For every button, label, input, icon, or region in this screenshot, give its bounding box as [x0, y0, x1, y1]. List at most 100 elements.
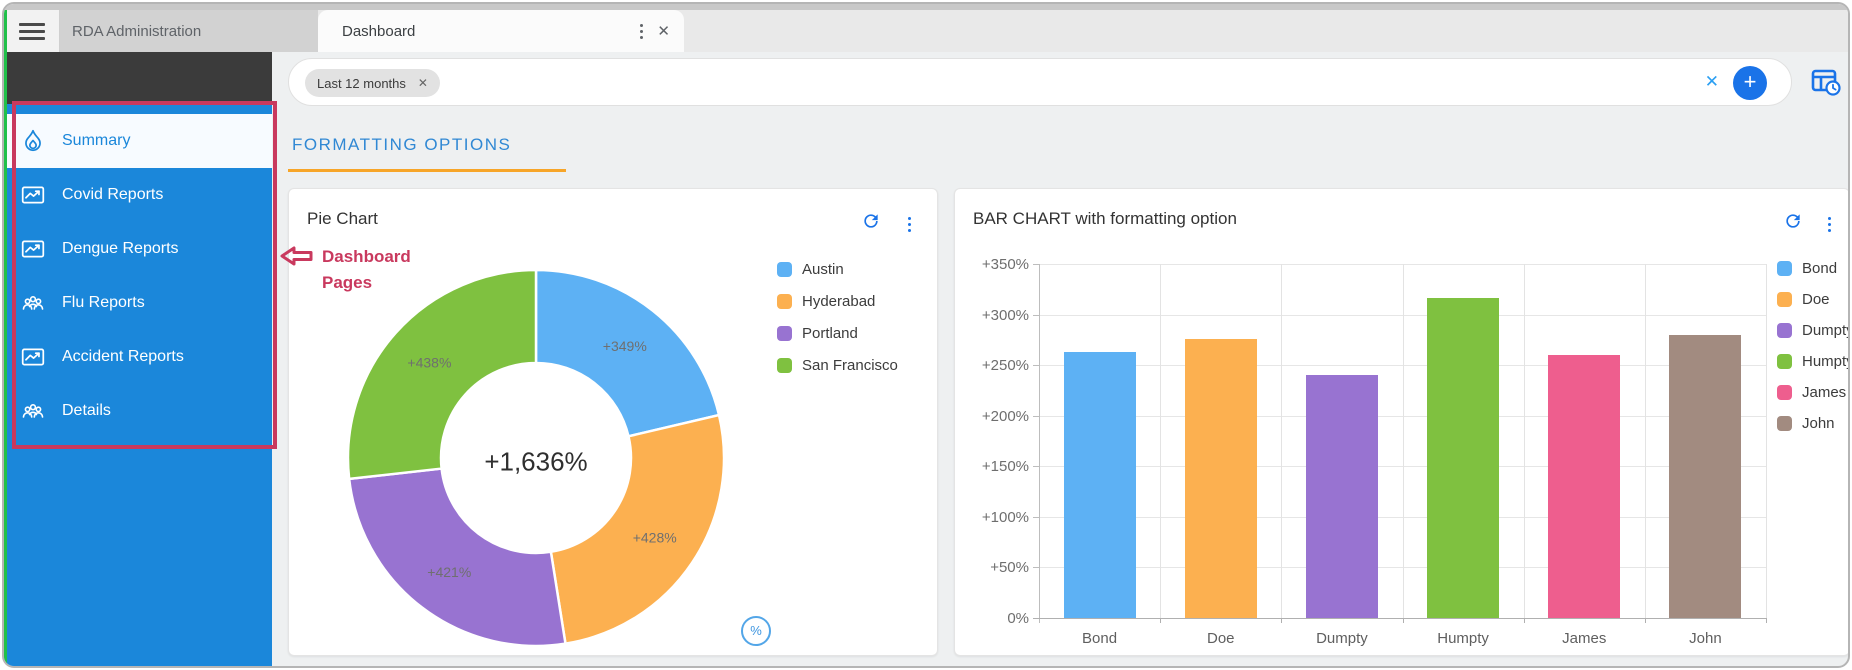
- legend-item-humpty[interactable]: Humpty: [1777, 346, 1850, 377]
- x-axis-category-label: Humpty: [1437, 630, 1489, 647]
- legend-swatch: [777, 261, 792, 277]
- legend-item-portland[interactable]: Portland: [777, 317, 898, 349]
- legend-item-san-francisco[interactable]: San Francisco: [777, 349, 898, 381]
- legend-swatch: [777, 293, 792, 309]
- x-axis-tick: [1766, 618, 1767, 623]
- sidebar-item-accident-reports[interactable]: Accident Reports: [4, 330, 272, 384]
- gridline-v: [1402, 264, 1404, 618]
- chip-remove-icon[interactable]: ✕: [418, 76, 428, 90]
- pie-chart-title: Pie Chart: [307, 209, 378, 228]
- tab-kebab-icon[interactable]: [634, 18, 649, 45]
- legend-label: Austin: [802, 260, 844, 278]
- sidebar-item-label: Details: [62, 402, 111, 419]
- legend-item-austin[interactable]: Austin: [777, 253, 898, 285]
- sidebar-item-label: Accident Reports: [62, 348, 184, 365]
- sidebar-item-label: Flu Reports: [62, 294, 145, 311]
- bar-legend: Bond Doe Dumpty Humpty James John: [1777, 253, 1850, 439]
- legend-label: Dumpty: [1802, 322, 1850, 339]
- legend-label: San Francisco: [802, 356, 898, 374]
- pie-slice-portland[interactable]: [347, 467, 567, 648]
- y-axis-label: +200%: [981, 407, 1029, 425]
- sidebar: Summary Covid Reports Dengue Reports Flu…: [4, 52, 272, 666]
- tab-rda-administration[interactable]: RDA Administration: [60, 10, 318, 52]
- active-tab-underline: [288, 169, 566, 172]
- add-filter-button[interactable]: +: [1733, 66, 1767, 100]
- scheduled-report-icon[interactable]: [1810, 66, 1842, 98]
- filter-chip-label: Last 12 months: [317, 75, 406, 91]
- refresh-icon[interactable]: [861, 211, 881, 231]
- sidebar-item-covid-reports[interactable]: Covid Reports: [4, 168, 272, 222]
- filter-bar: Last 12 months ✕ ✕ +: [288, 58, 1792, 106]
- sidebar-item-details[interactable]: Details: [4, 384, 272, 438]
- sidebar-item-label: Summary: [62, 132, 131, 149]
- tab-dashboard[interactable]: Dashboard ✕: [318, 10, 684, 52]
- people-icon: [20, 290, 46, 316]
- gridline-v: [1281, 264, 1283, 618]
- pie-slice-value-label: +349%: [603, 338, 647, 354]
- hamburger-icon: [18, 19, 45, 44]
- legend-swatch: [1777, 292, 1792, 307]
- legend-item-hyderabad[interactable]: Hyderabad: [777, 285, 898, 317]
- tab-label: Dashboard: [342, 22, 416, 40]
- sidebar-item-dengue-reports[interactable]: Dengue Reports: [4, 222, 272, 276]
- legend-label: Bond: [1802, 260, 1838, 277]
- card-kebab-icon[interactable]: [1822, 211, 1837, 238]
- pie-legend: Austin Hyderabad Portland San Francisco: [777, 253, 898, 381]
- x-axis-category-label: John: [1689, 630, 1722, 647]
- percent-badge[interactable]: %: [741, 616, 771, 646]
- bar-bond[interactable]: [1063, 351, 1136, 618]
- clear-filters-icon[interactable]: ✕: [1705, 72, 1719, 92]
- x-axis-category-label: Dumpty: [1316, 630, 1368, 647]
- people-icon: [20, 398, 46, 424]
- bar-john[interactable]: [1669, 334, 1742, 618]
- legend-label: Portland: [802, 324, 858, 342]
- legend-swatch: [1777, 323, 1792, 338]
- x-axis-category-label: James: [1562, 630, 1607, 647]
- sidebar-menu: Summary Covid Reports Dengue Reports Flu…: [4, 104, 272, 438]
- bar-james[interactable]: [1548, 355, 1621, 618]
- y-axis-label: 0%: [1007, 610, 1029, 627]
- bar-humpty[interactable]: [1427, 298, 1500, 618]
- gridline-v: [1160, 264, 1162, 618]
- filter-chip-last-12-months[interactable]: Last 12 months ✕: [305, 69, 440, 97]
- sidebar-header: [4, 52, 272, 104]
- legend-item-james[interactable]: James: [1777, 377, 1848, 408]
- tab-close-icon[interactable]: ✕: [649, 18, 684, 44]
- y-axis-label: +150%: [981, 458, 1029, 476]
- refresh-icon[interactable]: [1783, 211, 1803, 231]
- legend-label: John: [1802, 415, 1835, 432]
- y-axis-line: [1039, 264, 1040, 623]
- browser-tab-bar: RDA Administration Dashboard ✕: [4, 10, 1848, 52]
- window-frame: RDA Administration Dashboard ✕ Summary C…: [2, 2, 1850, 668]
- legend-item-john[interactable]: John: [1777, 408, 1848, 439]
- sidebar-item-flu-reports[interactable]: Flu Reports: [4, 276, 272, 330]
- green-accent-stripe: [4, 10, 7, 666]
- y-axis-label: +300%: [981, 306, 1029, 324]
- donut-center-total: +1,636%: [484, 446, 588, 477]
- legend-swatch: [1777, 385, 1792, 400]
- pie-slice-value-label: +438%: [407, 355, 451, 371]
- legend-label: Humpty: [1802, 353, 1850, 370]
- gridline-v: [1766, 264, 1767, 618]
- legend-item-dumpty[interactable]: Dumpty: [1777, 315, 1850, 346]
- legend-item-doe[interactable]: Doe: [1777, 284, 1848, 315]
- pie-chart-card: Pie Chart +349% +428% +421% +438% +1,636% A…: [288, 188, 938, 656]
- sidebar-item-summary[interactable]: Summary: [4, 114, 272, 168]
- card-kebab-icon[interactable]: [902, 211, 917, 238]
- bar-dumpty[interactable]: [1305, 375, 1378, 618]
- hamburger-menu-button[interactable]: [4, 10, 60, 52]
- legend-item-bond[interactable]: Bond: [1777, 253, 1848, 284]
- sidebar-item-label: Covid Reports: [62, 186, 164, 203]
- tab-label: RDA Administration: [72, 22, 202, 40]
- report-chart-icon: [20, 344, 46, 370]
- x-axis-category-label: Bond: [1082, 630, 1118, 647]
- y-axis-label: +100%: [981, 508, 1029, 526]
- report-chart-icon: [20, 182, 46, 208]
- bar-plot-area: +350% +300% +250% +200% +150% +100% +50% 0% Bond…: [982, 256, 1767, 647]
- legend-swatch: [777, 325, 792, 341]
- legend-swatch: [1777, 354, 1792, 369]
- pie-slice-value-label: +421%: [427, 564, 471, 580]
- y-axis-label: +250%: [981, 357, 1029, 375]
- bar-doe[interactable]: [1184, 338, 1257, 618]
- tab-formatting-options[interactable]: FORMATTING OPTIONS: [292, 135, 511, 155]
